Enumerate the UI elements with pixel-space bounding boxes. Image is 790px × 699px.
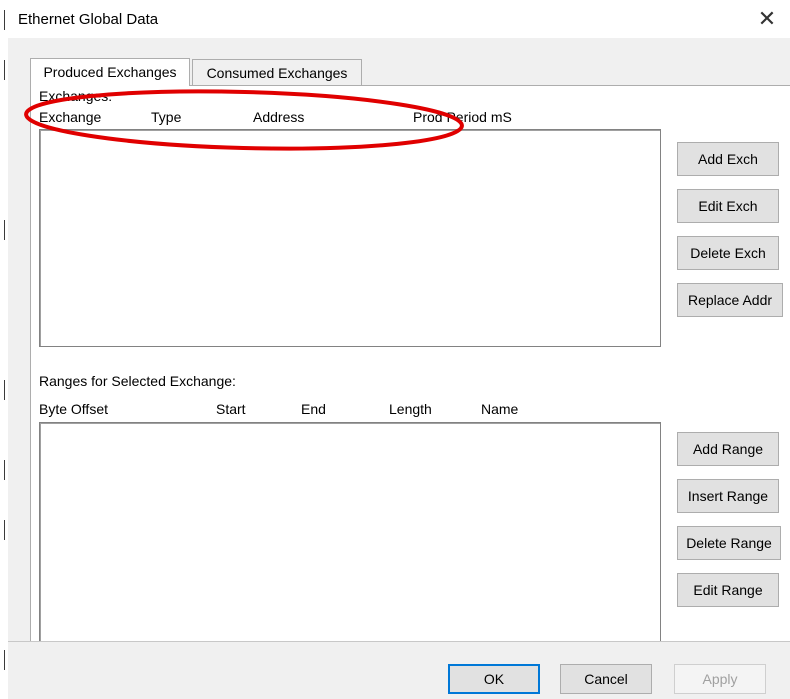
- ok-button[interactable]: OK: [448, 664, 540, 694]
- exchanges-list[interactable]: [39, 129, 661, 347]
- delete-range-button[interactable]: Delete Range: [677, 526, 781, 560]
- tab-panel: Exchanges: Exchange Type Address Prod Pe…: [30, 85, 790, 644]
- dialog-client-area: Produced Exchanges Consumed Exchanges Ex…: [8, 38, 790, 699]
- replace-addr-button[interactable]: Replace Addr: [677, 283, 783, 317]
- red-ellipse-annotation: [24, 89, 464, 151]
- column-header-end: End: [301, 401, 326, 417]
- tab-produced-exchanges[interactable]: Produced Exchanges: [30, 58, 190, 86]
- column-header-byte-offset: Byte Offset: [39, 401, 108, 417]
- column-header-length: Length: [389, 401, 432, 417]
- insert-range-button[interactable]: Insert Range: [677, 479, 779, 513]
- tab-consumed-exchanges[interactable]: Consumed Exchanges: [192, 59, 362, 85]
- ranges-section-label: Ranges for Selected Exchange:: [39, 373, 236, 389]
- cancel-button[interactable]: Cancel: [560, 664, 652, 694]
- column-header-name: Name: [481, 401, 519, 417]
- edit-exch-button[interactable]: Edit Exch: [677, 189, 779, 223]
- window-left-edge: [0, 0, 5, 698]
- add-exch-button[interactable]: Add Exch: [677, 142, 779, 176]
- dialog-button-bar: OK Cancel Apply: [8, 641, 790, 699]
- apply-button[interactable]: Apply: [674, 664, 766, 694]
- delete-exch-button[interactable]: Delete Exch: [677, 236, 779, 270]
- title-bar: Ethernet Global Data ✕: [8, 0, 790, 38]
- add-range-button[interactable]: Add Range: [677, 432, 779, 466]
- ranges-list[interactable]: [39, 422, 661, 644]
- window-title: Ethernet Global Data: [18, 11, 159, 28]
- edit-range-button[interactable]: Edit Range: [677, 573, 779, 607]
- column-header-start: Start: [216, 401, 246, 417]
- close-icon[interactable]: ✕: [754, 6, 780, 32]
